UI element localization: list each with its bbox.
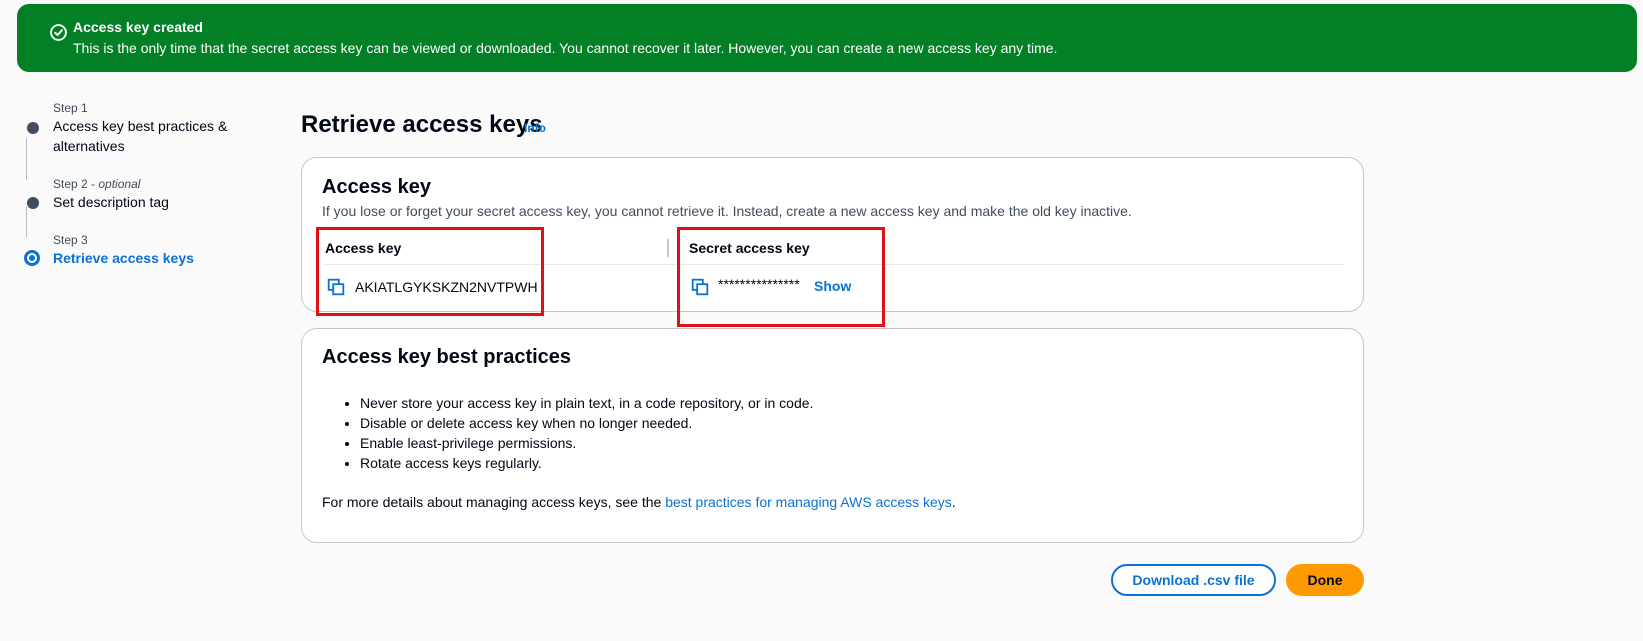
list-item: Enable least-privilege permissions.: [360, 433, 813, 453]
step-indicator: [27, 197, 39, 209]
download-csv-button[interactable]: Download .csv file: [1111, 564, 1276, 596]
column-separator: [667, 239, 669, 257]
step-number: Step 3: [53, 233, 88, 247]
page-title: Retrieve access keys: [301, 111, 543, 138]
info-link[interactable]: Info: [524, 121, 546, 135]
card-title: Access key: [322, 176, 431, 198]
success-flashbar: Access key created This is the only time…: [17, 4, 1637, 72]
card-title: Access key best practices: [322, 346, 572, 368]
best-practices-container: Access key best practices Never store yo…: [301, 328, 1364, 543]
step-number: Step 2 - optional: [53, 177, 141, 191]
step-title: Set description tag: [53, 194, 169, 210]
step-1[interactable]: Step 1 Access key best practices & altern…: [25, 100, 283, 156]
card-description: If you lose or forget your secret access…: [322, 203, 1132, 219]
access-key-highlight: [316, 227, 544, 316]
check-circle-icon: [50, 24, 67, 41]
flash-message: This is the only time that the secret ac…: [73, 40, 1058, 56]
list-item: Disable or delete access key when no lon…: [360, 413, 813, 433]
best-practices-link[interactable]: best practices for managing AWS access k…: [665, 494, 952, 510]
flash-title: Access key created: [73, 19, 203, 35]
step-number: Step 1: [53, 101, 88, 115]
list-item: Rotate access keys regularly.: [360, 453, 813, 473]
step-2[interactable]: Step 2 - optional Set description tag: [25, 176, 283, 212]
best-practices-list: Never store your access key in plain tex…: [342, 393, 813, 473]
step-indicator: [27, 122, 39, 134]
step-title: Retrieve access keys: [53, 250, 194, 266]
secret-key-highlight: [677, 227, 885, 327]
step-indicator-active: [24, 250, 40, 266]
list-item: Never store your access key in plain tex…: [360, 393, 813, 413]
done-button[interactable]: Done: [1286, 564, 1364, 596]
step-title: Access key best practices & alternatives: [53, 118, 228, 154]
step-3[interactable]: Step 3 Retrieve access keys: [24, 232, 283, 268]
best-practices-footer: For more details about managing access k…: [322, 494, 956, 510]
